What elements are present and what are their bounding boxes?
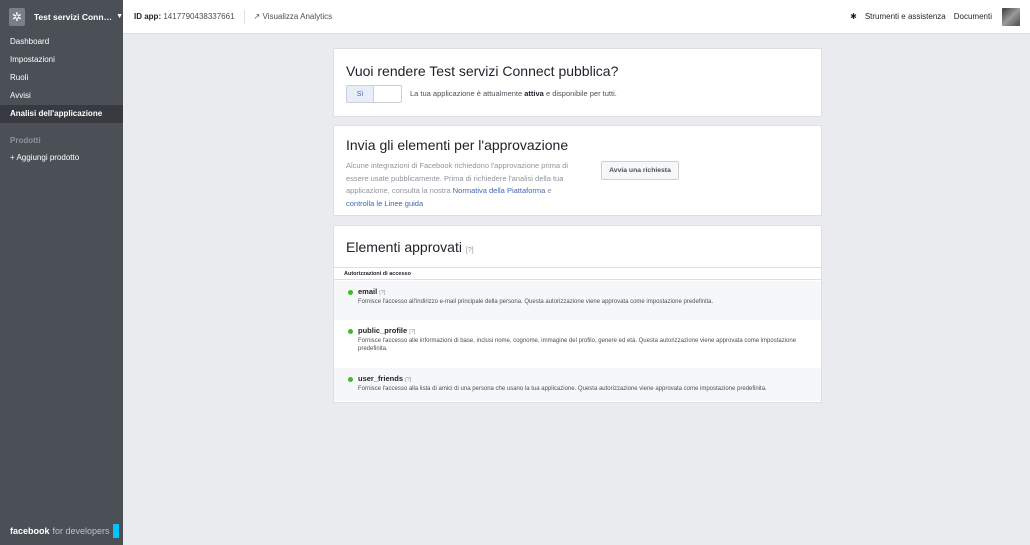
approved-title-text: Elementi approvati [346,239,462,255]
permission-name: email [?] [358,281,811,296]
approved-dot-icon [348,377,353,382]
caret-down-icon: ▼ [116,13,123,20]
guidelines-link[interactable]: controlla le Linee guida [346,199,423,208]
facebook-developers-logo[interactable]: facebook for developers [10,524,119,538]
products-section-title: Prodotti [10,136,41,145]
divider [243,9,245,24]
approved-items-card: Elementi approvati [?] Autorizzazioni di… [333,225,822,403]
app-id-label: ID app: [134,12,162,21]
permission-row: user_friends [?] Fornisce l'accesso alla… [334,368,821,401]
top-bar-right: ✱ Strumenti e assistenza Documenti [842,7,1030,26]
platform-policy-link[interactable]: Normativa della Piattaforma [453,186,546,195]
status-value: attiva [524,89,544,98]
add-product-link[interactable]: + Aggiungi prodotto [0,149,123,167]
submit-review-title: Invia gli elementi per l'approvazione [346,137,569,153]
make-public-card: Vuoi rendere Test servizi Connect pubbli… [333,48,822,117]
tools-support-link[interactable]: Strumenti e assistenza [865,12,946,21]
permission-name-text: public_profile [358,326,408,335]
approved-items-title: Elementi approvati [?] [346,239,474,255]
view-analytics-link[interactable]: ↗ Visualizza Analytics [254,12,333,21]
help-icon[interactable]: [?] [405,377,411,383]
start-request-button[interactable]: Avvia una richiesta [601,161,679,180]
permission-description: Fornisce l'accesso all'indirizzo e-mail … [358,299,714,305]
sidebar-nav: Dashboard Impostazioni Ruoli Avvisi Anal… [0,33,123,123]
trend-arrow-icon: ↗ [253,12,261,21]
sidebar-item-dashboard[interactable]: Dashboard [0,33,123,51]
approved-dot-icon [348,290,353,295]
permission-row: email [?] Fornisce l'accesso all'indiriz… [334,281,821,320]
approved-dot-icon [348,329,353,334]
top-bar: ID app: 1417790438337661 ↗ Visualizza An… [123,0,1030,34]
toggle-on-label: Sì [347,86,374,102]
permission-name-text: user_friends [358,374,404,383]
submit-review-card: Invia gli elementi per l'approvazione Al… [333,125,822,216]
public-toggle[interactable]: Sì [346,85,402,103]
permission-row: public_profile [?] Fornisce l'accesso al… [334,320,821,368]
app-name: Test servizi Conn… [33,11,113,22]
app-switcher[interactable]: ✲ Test servizi Conn… ▼ [0,0,123,33]
status-text-before: La tua applicazione è attualmente [410,89,523,98]
products-nav: + Aggiungi prodotto [0,149,123,167]
avatar[interactable] [1002,7,1020,26]
view-analytics-label: Visualizza Analytics [262,12,333,21]
app-icon: ✲ [9,7,25,26]
permission-name: public_profile [?] [358,320,811,335]
submit-review-body: Alcune integrazioni di Facebook richiedo… [346,160,574,210]
logo-bar-icon [112,524,119,538]
review-body-and: e [547,186,552,195]
app-id: ID app: 1417790438337661 [134,12,235,21]
sidebar: ✲ Test servizi Conn… ▼ Dashboard Imposta… [0,0,123,545]
status-text-after: e disponibile per tutti. [545,89,617,98]
permission-name-text: email [358,287,378,296]
make-public-title: Vuoi rendere Test servizi Connect pubbli… [346,63,619,79]
permission-description: Fornisce l'accesso alla lista di amici d… [358,386,767,392]
public-status-text: La tua applicazione è attualmente attiva… [410,89,617,98]
sidebar-item-settings[interactable]: Impostazioni [0,51,123,69]
help-icon[interactable]: [?] [466,247,474,254]
help-icon[interactable]: [?] [409,329,415,335]
permission-description: Fornisce l'accesso alle informazioni di … [358,338,797,352]
help-icon[interactable]: [?] [379,290,385,296]
bug-icon[interactable]: ✱ [850,12,857,21]
footer-suffix: for developers [52,526,110,536]
sidebar-item-app-review[interactable]: Analisi dell'applicazione [0,105,123,123]
sidebar-item-roles[interactable]: Ruoli [0,69,123,87]
docs-link[interactable]: Documenti [954,12,992,21]
login-permissions-header: Autorizzazioni di accesso [334,267,821,280]
footer-brand: facebook [10,526,50,536]
sidebar-item-alerts[interactable]: Avvisi [0,87,123,105]
permission-name: user_friends [?] [358,368,811,383]
app-id-value: 1417790438337661 [163,12,235,21]
